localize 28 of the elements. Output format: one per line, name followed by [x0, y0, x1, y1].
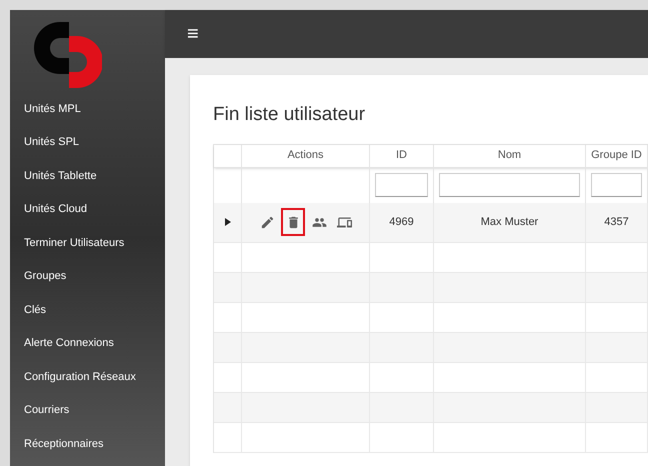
filter-field[interactable] — [375, 173, 428, 197]
sidebar-item[interactable]: Alerte Connexions — [10, 326, 165, 360]
menu-button[interactable]: ≡ — [187, 24, 199, 44]
filter-field[interactable] — [439, 173, 580, 197]
sidebar-item[interactable]: Configuration Réseaux — [10, 360, 165, 394]
delete-button[interactable] — [281, 208, 305, 236]
sidebar-item[interactable]: Unités Tablette — [10, 159, 165, 192]
sidebar-item[interactable]: Groupes — [10, 260, 165, 293]
column-header[interactable]: Actions — [287, 147, 324, 164]
column-header[interactable]: Nom — [498, 147, 522, 164]
devices-icon[interactable] — [336, 214, 352, 230]
page-title: Fin liste utilisateur — [213, 103, 366, 127]
column-header[interactable]: Groupe ID — [591, 147, 642, 164]
edit-icon[interactable] — [260, 214, 274, 230]
sidebar-item[interactable]: Unités SPL — [10, 126, 165, 159]
filter-field[interactable] — [591, 173, 642, 197]
column-header[interactable]: ID — [396, 147, 407, 164]
sidebar-item[interactable]: Terminer Utilisateurs — [10, 226, 165, 260]
expand-icon[interactable] — [224, 218, 230, 226]
table-cell-text: 4969 — [389, 214, 414, 230]
sidebar-item[interactable]: Courriers — [10, 394, 165, 427]
sidebar-item[interactable]: Réceptionnaires — [10, 427, 165, 460]
table-cell-text: 4357 — [604, 214, 629, 230]
logo-icon — [32, 20, 102, 90]
sidebar-item[interactable]: Unités MPL — [10, 92, 165, 126]
sidebar-item[interactable]: Clés — [10, 293, 165, 326]
sidebar-item[interactable]: Unités Cloud — [10, 192, 165, 226]
table-cell-text: Max Muster — [480, 214, 538, 230]
